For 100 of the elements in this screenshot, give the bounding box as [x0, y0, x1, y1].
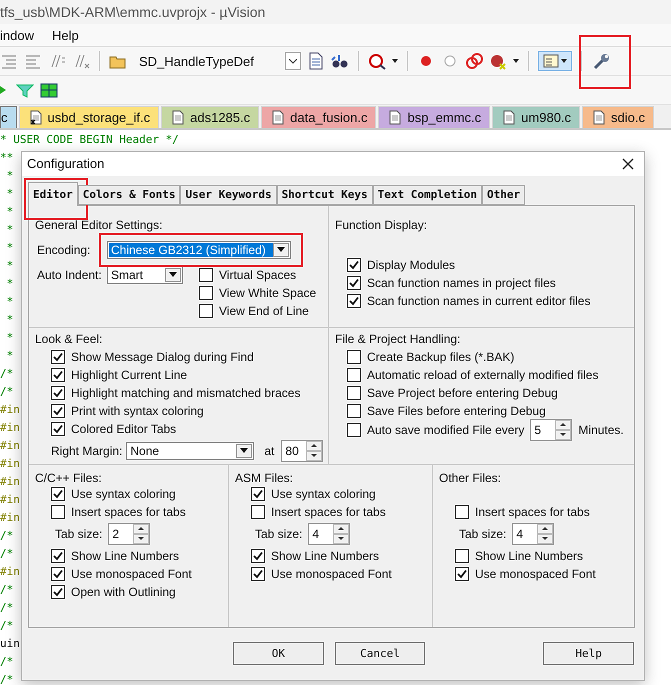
- checkbox[interactable]: [347, 422, 361, 437]
- checkbox[interactable]: [251, 566, 265, 581]
- caret-icon: [289, 58, 297, 64]
- file-icon: [593, 110, 606, 125]
- option-label: Colored Editor Tabs: [71, 422, 176, 436]
- checkbox[interactable]: [455, 504, 469, 519]
- document-icon[interactable]: [307, 52, 325, 70]
- checkbox[interactable]: [51, 404, 65, 418]
- file-tab[interactable]: c: [0, 106, 16, 128]
- caret-icon[interactable]: [513, 59, 519, 63]
- section-heading: Function Display:: [335, 218, 428, 232]
- checkbox[interactable]: [51, 368, 65, 382]
- code-text: #in: [0, 403, 20, 416]
- tab-size-spinner[interactable]: 4: [308, 522, 350, 545]
- section-heading: ASM Files:: [235, 470, 294, 485]
- checkbox[interactable]: [347, 350, 361, 364]
- tab-size-spinner[interactable]: 4: [512, 522, 554, 545]
- option-label: Show Line Numbers: [475, 548, 584, 563]
- minutes-spinner[interactable]: 5: [530, 418, 572, 441]
- tab[interactable]: Colors & Fonts: [78, 184, 180, 205]
- window-button[interactable]: [538, 51, 572, 71]
- binoculars-icon[interactable]: [331, 52, 349, 70]
- file-icon: [30, 110, 42, 125]
- field-label: at: [264, 444, 274, 458]
- file-tab[interactable]: um980.c: [492, 106, 580, 128]
- dialog-button[interactable]: Cancel: [334, 642, 426, 666]
- option-label: Scan function names in project files: [367, 276, 556, 290]
- margin-spinner[interactable]: 80: [281, 440, 324, 462]
- checkbox[interactable]: [51, 386, 65, 400]
- option-label: Highlight matching and mismatched braces: [71, 386, 300, 400]
- dialog-button[interactable]: OK: [233, 642, 324, 666]
- tab[interactable]: Text Completion: [372, 184, 482, 205]
- code-text: #in: [0, 565, 20, 578]
- file-tab[interactable]: usbd_storage_if.c: [18, 106, 160, 128]
- field-label: Encoding:: [37, 242, 92, 257]
- code-text: *: [6, 169, 14, 182]
- code-text: *: [6, 259, 14, 272]
- caret-icon: [169, 272, 177, 278]
- code-text: #in: [0, 457, 20, 470]
- file-tab[interactable]: sdio.c: [582, 106, 654, 128]
- checkbox[interactable]: [251, 548, 265, 563]
- code-text: *: [6, 349, 14, 362]
- clear-breakpoints-icon[interactable]: [489, 52, 507, 70]
- option-label: Create Backup files (*.BAK): [367, 350, 514, 364]
- section-heading: General Editor Settings:: [35, 218, 164, 232]
- field-label: Minutes.: [578, 422, 624, 437]
- checkbox[interactable]: [199, 268, 213, 282]
- grid-icon[interactable]: [40, 81, 58, 99]
- option-label: Use syntax coloring: [271, 486, 376, 501]
- code-text: /*: [0, 601, 14, 614]
- encoding-select[interactable]: Chinese GB2312 (Simplified): [107, 240, 291, 259]
- tab[interactable]: Other: [482, 184, 526, 205]
- checkbox[interactable]: [199, 304, 213, 318]
- checkbox[interactable]: [347, 258, 361, 272]
- code-text: * USER CODE BEGIN Header */: [0, 133, 179, 146]
- caret-icon[interactable]: [392, 59, 398, 63]
- caret-icon: [277, 247, 285, 252]
- checkbox[interactable]: [51, 486, 65, 501]
- menu-item[interactable]: indow: [0, 28, 38, 42]
- checkbox[interactable]: [51, 504, 65, 519]
- code-text: /*: [0, 529, 14, 542]
- tab[interactable]: Editor: [28, 182, 78, 206]
- section-heading: Other Files:: [439, 470, 502, 485]
- checkbox[interactable]: [51, 422, 65, 436]
- checkbox[interactable]: [251, 504, 265, 519]
- dialog-button[interactable]: Help: [543, 642, 634, 666]
- file-tab[interactable]: data_fusion.c: [261, 106, 376, 128]
- checkbox[interactable]: [51, 584, 65, 599]
- right-margin-select[interactable]: None: [126, 442, 254, 460]
- code-text: /*: [0, 655, 14, 668]
- debug-icon[interactable]: [368, 52, 386, 70]
- option-label: View End of Line: [219, 304, 309, 318]
- option-label: Use monospaced Font: [71, 566, 192, 581]
- tab-size-spinner[interactable]: 2: [108, 522, 150, 545]
- rings-icon[interactable]: [465, 52, 483, 70]
- checkbox[interactable]: [251, 486, 265, 501]
- menu-item[interactable]: Help: [52, 28, 83, 42]
- checkbox[interactable]: [347, 294, 361, 308]
- checkbox[interactable]: [51, 548, 65, 563]
- close-button[interactable]: [620, 156, 636, 172]
- checkbox[interactable]: [51, 350, 65, 364]
- code-text: *: [6, 241, 14, 254]
- dialog-title: Configuration: [27, 156, 104, 172]
- symbol-combo[interactable]: SD_HandleTypeDef: [133, 51, 301, 71]
- tab[interactable]: Shortcut Keys: [276, 184, 373, 205]
- file-tab[interactable]: bsp_emmc.c: [378, 106, 490, 128]
- tab[interactable]: User Keywords: [180, 184, 277, 205]
- option-label: Show Line Numbers: [71, 548, 180, 563]
- checkbox[interactable]: [455, 566, 469, 581]
- checkbox[interactable]: [347, 404, 361, 418]
- caret-icon[interactable]: [561, 59, 567, 63]
- checkbox[interactable]: [347, 276, 361, 290]
- caret-icon: [240, 448, 248, 454]
- checkbox[interactable]: [347, 386, 361, 400]
- checkbox[interactable]: [51, 566, 65, 581]
- file-icon: [389, 110, 402, 125]
- file-tab[interactable]: ads1285.c: [161, 106, 260, 128]
- checkbox[interactable]: [455, 548, 469, 563]
- checkbox[interactable]: [199, 286, 213, 300]
- checkbox[interactable]: [347, 368, 361, 382]
